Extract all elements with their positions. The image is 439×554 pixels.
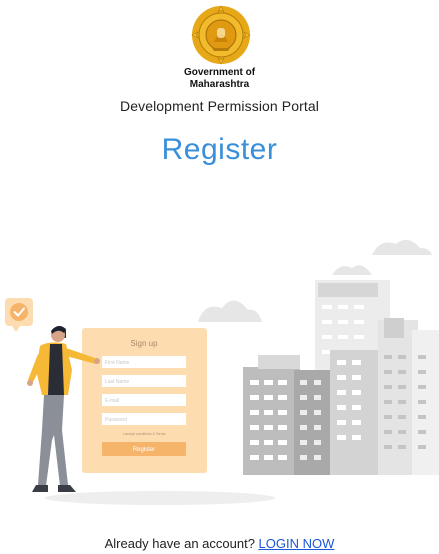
field-password: Password <box>105 417 127 423</box>
field-email: E-mail <box>105 398 119 404</box>
government-line-2: Maharashtra <box>189 79 250 90</box>
cloud <box>332 265 372 275</box>
login-prompt-text: Already have an account? <box>104 536 255 551</box>
field-last-name: Last Name <box>105 379 129 385</box>
terms-text: I accept conditions & Terms <box>123 432 166 436</box>
signup-card: Sign up First Name Last Name E-mail Pass… <box>82 328 207 473</box>
login-prompt: Already have an account? LOGIN NOW <box>0 536 439 551</box>
cloud <box>372 239 432 255</box>
field-first-name: First Name <box>105 360 130 366</box>
register-illustration: Sign up First Name Last Name E-mail Pass… <box>5 239 439 505</box>
ground-shadow <box>45 491 275 505</box>
buildings <box>243 280 439 475</box>
page-title: Register <box>161 133 278 166</box>
government-name: Government of Maharashtra <box>0 67 439 91</box>
government-line-1: Government of <box>183 67 256 78</box>
maharashtra-emblem-icon <box>191 5 251 65</box>
check-icon <box>5 298 33 332</box>
cloud <box>198 300 262 322</box>
register-button-label: Register <box>133 447 155 453</box>
signup-card-title: Sign up <box>130 339 158 348</box>
portal-title: Development Permission Portal <box>120 98 319 114</box>
login-now-link[interactable]: LOGIN NOW <box>259 536 335 551</box>
